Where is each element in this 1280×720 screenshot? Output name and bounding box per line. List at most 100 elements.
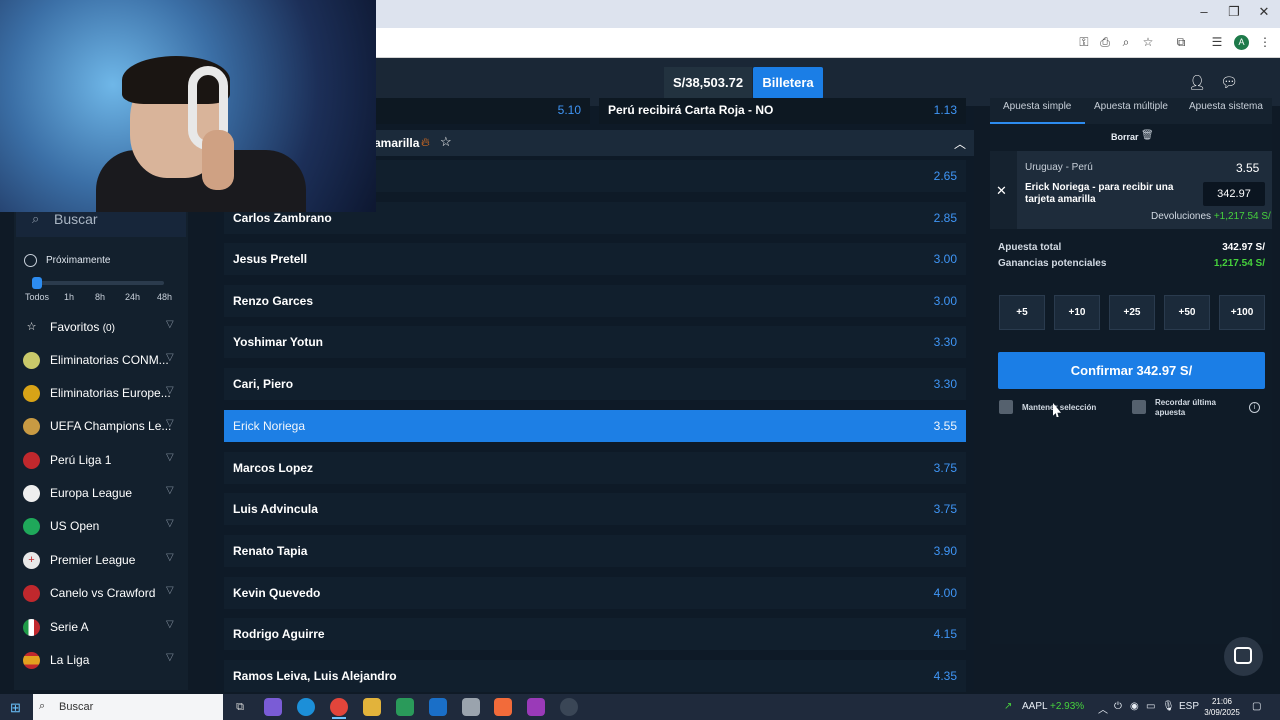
system-clock[interactable]: 21:06 3/09/2025 — [1202, 696, 1242, 718]
bet-selection-text: Erick Noriega - para recibir una tarjeta… — [1025, 182, 1174, 205]
chevron-up-icon[interactable]: ︿ — [954, 135, 966, 152]
close-window-button[interactable]: ✕ — [1254, 4, 1274, 20]
trash-icon[interactable]: 🗑︎ — [1141, 130, 1154, 141]
stake-input[interactable]: 342.97 — [1203, 182, 1265, 206]
star-icon[interactable]: ☆ — [1140, 35, 1156, 49]
star-icon[interactable]: ☆ — [440, 134, 452, 150]
player-odds-row[interactable]: Cari, Piero 3.30 — [224, 368, 966, 400]
stock-ticker[interactable]: AAPL +2.93% — [1022, 701, 1084, 712]
player-odds-row[interactable]: Renzo Garces 3.00 — [224, 285, 966, 317]
store-icon[interactable] — [396, 698, 414, 716]
chevron-up-icon[interactable]: ︿ — [1098, 701, 1108, 716]
sidebar-item-champions-league[interactable]: UEFA Champions Le... ▽ — [16, 411, 186, 443]
sidebar-item-favorites[interactable]: ☆ Favoritos (0) ▽ — [16, 312, 186, 344]
returns-value: +1,217.54 S/ — [1213, 211, 1271, 222]
chrome-icon[interactable] — [330, 698, 348, 716]
key-icon[interactable]: ⚿ — [1076, 35, 1092, 50]
player-odds-row[interactable]: Marcos Lopez 3.75 — [224, 452, 966, 484]
minimize-button[interactable]: – — [1194, 4, 1214, 19]
notification-icon[interactable]: ▢ — [1252, 701, 1261, 712]
info-icon[interactable]: i — [1249, 402, 1260, 413]
chevron-down-icon: ▽ — [166, 319, 174, 330]
time-filter-24h[interactable]: 24h — [125, 292, 140, 302]
quick-stake-25-button[interactable]: +25 — [1109, 295, 1155, 330]
user-icon[interactable]: 👤︎ — [1188, 74, 1206, 91]
time-filter-all[interactable]: Todos — [25, 292, 49, 302]
confirm-bet-button[interactable]: Confirmar 342.97 S/ — [998, 352, 1265, 389]
search-icon: ⌕ — [39, 700, 46, 712]
outlook-icon[interactable] — [429, 698, 447, 716]
quick-stake-10-button[interactable]: +10 — [1054, 295, 1100, 330]
player-odds-row[interactable]: Luis Advincula 3.75 — [224, 493, 966, 525]
league-label: Serie A — [50, 620, 89, 634]
keep-selection-checkbox[interactable] — [999, 400, 1013, 414]
sidebar-item-la-liga[interactable]: La Liga ▽ — [16, 645, 186, 677]
app-icon[interactable] — [560, 698, 578, 716]
zoom-icon[interactable]: ⌕ — [1118, 35, 1134, 50]
sidebar-item-us-open[interactable]: US Open ▽ — [16, 511, 186, 543]
task-view-icon[interactable]: ⧉ — [231, 698, 249, 716]
player-odds-row[interactable]: Jesus Pretell 3.00 — [224, 243, 966, 275]
chevron-down-icon: ▽ — [166, 385, 174, 396]
time-filter-48h[interactable]: 48h — [157, 292, 172, 302]
search-icon: ⌕ — [32, 211, 40, 226]
app-icon[interactable] — [527, 698, 545, 716]
microphone-icon[interactable]: 🎙︎ — [1162, 701, 1175, 712]
sidebar-item-canelo-crawford[interactable]: Canelo vs Crawford ▽ — [16, 578, 186, 610]
quick-stake-50-button[interactable]: +50 — [1164, 295, 1210, 330]
player-odds-row[interactable]: Yoshimar Yotun 3.30 — [224, 326, 966, 358]
reading-list-icon[interactable]: ☰ — [1209, 35, 1225, 49]
quick-stake-100-button[interactable]: +100 — [1219, 295, 1265, 330]
tray-icon[interactable]: ⏻ — [1114, 701, 1122, 712]
remember-last-label: Recordar última apuesta — [1155, 398, 1216, 417]
brave-icon[interactable] — [494, 698, 512, 716]
tab-multiple-bet[interactable]: Apuesta múltiple — [1094, 101, 1168, 112]
chevron-down-icon: ▽ — [166, 518, 174, 529]
sidebar-item-uefa-qualifiers[interactable]: Eliminatorias Europe... ▽ — [16, 378, 186, 410]
menu-icon[interactable]: ⋮ — [1257, 35, 1273, 49]
extensions-icon[interactable]: ⧉ — [1173, 35, 1189, 50]
time-filter-1h[interactable]: 1h — [64, 292, 74, 302]
sidebar-item-peru-liga-1[interactable]: Perú Liga 1 ▽ — [16, 445, 186, 477]
player-name: Renato Tapia — [233, 544, 308, 558]
player-odds-row[interactable]: Rodrigo Aguirre 4.15 — [224, 618, 966, 650]
odds-button-red-card-no[interactable]: Perú recibirá Carta Roja - NO 1.13 — [599, 98, 966, 124]
time-slider-handle[interactable] — [32, 277, 42, 289]
sidebar-item-premier-league[interactable]: + Premier League ▽ — [16, 545, 186, 577]
remember-last-checkbox[interactable] — [1132, 400, 1146, 414]
sidebar-item-europa-league[interactable]: Europa League ▽ — [16, 478, 186, 510]
windows-start-icon[interactable]: ⊞ — [10, 700, 21, 716]
network-icon[interactable]: ▭ — [1146, 701, 1155, 712]
file-explorer-icon[interactable] — [363, 698, 381, 716]
player-name: Jesus Pretell — [233, 252, 308, 266]
quick-stake-5-button[interactable]: +5 — [999, 295, 1045, 330]
sidebar-item-serie-a[interactable]: Serie A ▽ — [16, 612, 186, 644]
install-icon[interactable]: ⎙ — [1097, 35, 1113, 50]
language-indicator[interactable]: ESP — [1179, 701, 1199, 712]
sidebar-item-conmebol[interactable]: Eliminatorias CONM... ▽ — [16, 345, 186, 377]
league-label: Premier League — [50, 553, 136, 567]
odds-button-left[interactable]: 5.10 — [376, 98, 590, 124]
player-odds-row[interactable]: Renato Tapia 3.90 — [224, 535, 966, 567]
profile-avatar[interactable]: A — [1234, 35, 1249, 50]
app-icon[interactable] — [462, 698, 480, 716]
player-odds-row-selected[interactable]: Erick Noriega 3.55 — [224, 410, 966, 442]
odds-value: 4.35 — [933, 669, 957, 683]
chat-icon[interactable]: 💬︎ — [1220, 74, 1238, 91]
wallet-button[interactable]: Billetera — [753, 67, 823, 99]
restore-button[interactable]: ❐ — [1224, 4, 1244, 20]
time-filter-8h[interactable]: 8h — [95, 292, 105, 302]
camera-icon[interactable]: ◉ — [1130, 701, 1139, 712]
player-odds-row[interactable]: Kevin Quevedo 4.00 — [224, 577, 966, 609]
edge-icon[interactable] — [297, 698, 315, 716]
player-odds-row[interactable]: Ramos Leiva, Luis Alejandro 4.35 — [224, 660, 966, 692]
chevron-down-icon: ▽ — [166, 585, 174, 596]
ball-icon — [23, 385, 40, 402]
tab-system-bet[interactable]: Apuesta sistema — [1189, 101, 1263, 112]
time-slider[interactable] — [34, 281, 164, 285]
league-label: Europa League — [50, 486, 133, 500]
tab-single-bet[interactable]: Apuesta simple — [1003, 101, 1071, 112]
clear-slip-button[interactable]: Borrar — [1111, 132, 1139, 142]
close-icon[interactable]: ✕ — [996, 183, 1007, 199]
copilot-icon[interactable] — [264, 698, 282, 716]
